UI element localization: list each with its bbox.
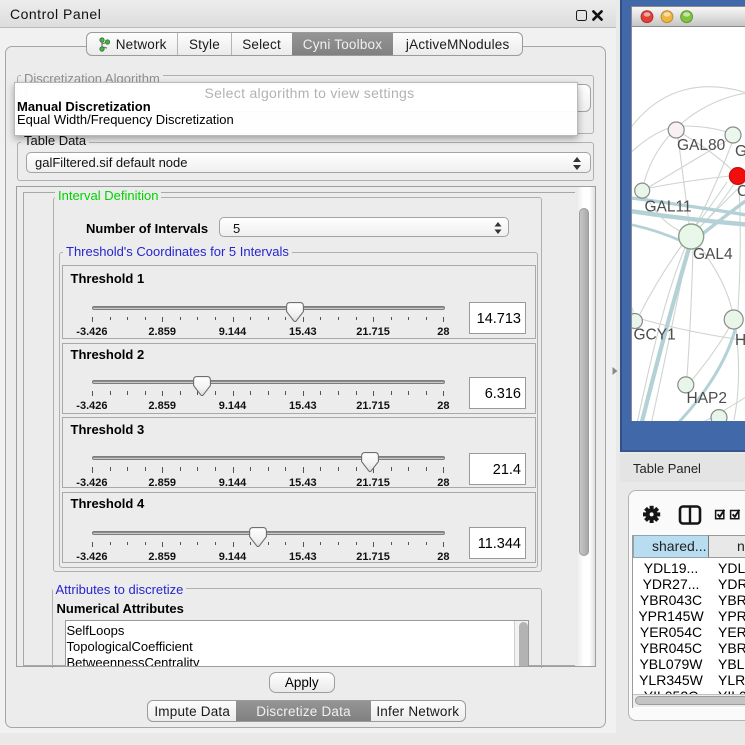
svg-text:GAL4: GAL4 bbox=[693, 246, 733, 263]
svg-text:C: C bbox=[737, 183, 745, 200]
svg-text:GAL80: GAL80 bbox=[677, 137, 726, 154]
svg-text:GAL11: GAL11 bbox=[645, 199, 692, 216]
svg-text:GA: GA bbox=[735, 143, 745, 160]
svg-text:HAP2: HAP2 bbox=[687, 390, 728, 407]
svg-text:GCY1: GCY1 bbox=[634, 327, 676, 344]
svg-text:H: H bbox=[735, 332, 745, 349]
